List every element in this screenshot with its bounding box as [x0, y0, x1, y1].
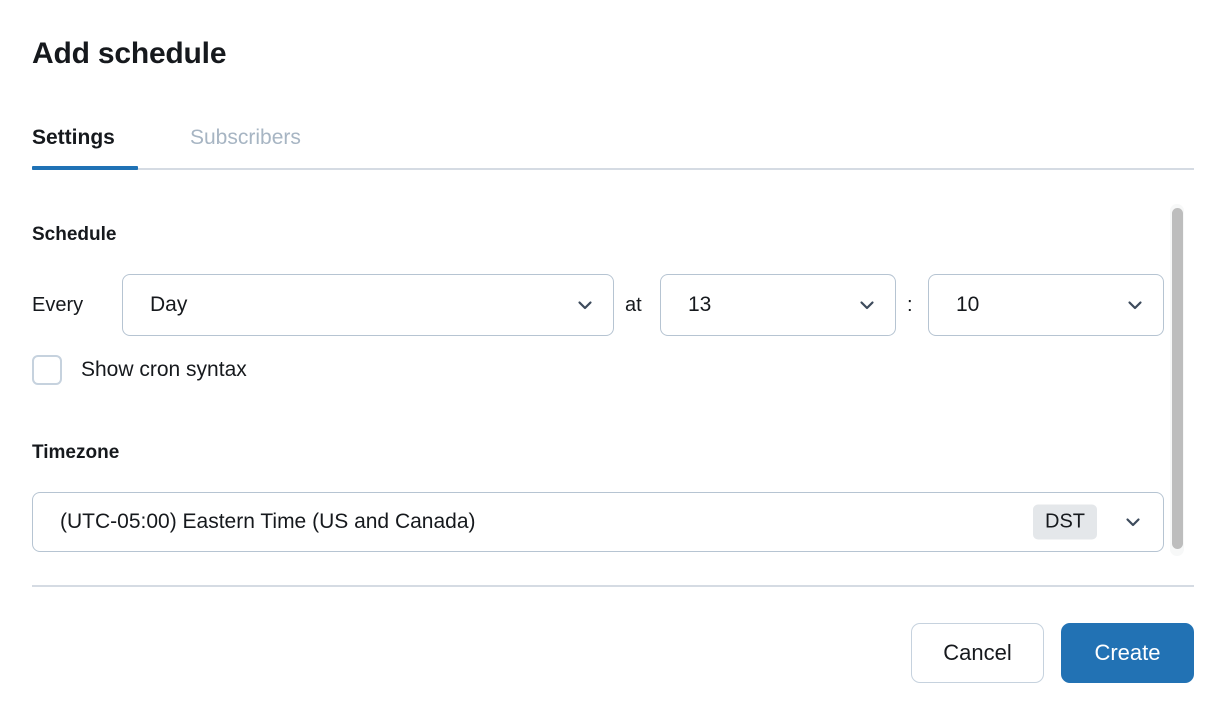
frequency-select-value: Day [150, 293, 188, 316]
schedule-frequency-row: Every Day at 13 : 10 [0, 274, 1226, 336]
show-cron-syntax-row[interactable]: Show cron syntax [32, 354, 247, 386]
time-separator-label: : [907, 294, 913, 316]
timezone-select[interactable]: (UTC-05:00) Eastern Time (US and Canada)… [32, 492, 1164, 552]
chevron-down-icon [857, 295, 877, 315]
frequency-select[interactable]: Day [122, 274, 614, 336]
tab-settings[interactable]: Settings [32, 124, 115, 152]
dst-badge: DST [1033, 504, 1097, 540]
at-label: at [625, 294, 642, 316]
page-title: Add schedule [32, 37, 227, 70]
schedule-section-heading: Schedule [32, 224, 117, 245]
tab-settings-active-indicator [32, 166, 138, 170]
footer-divider [32, 585, 1194, 587]
chevron-down-icon [575, 295, 595, 315]
tab-bar-divider [32, 168, 1194, 170]
minute-select-value: 10 [956, 293, 980, 316]
hour-select[interactable]: 13 [660, 274, 896, 336]
chevron-down-icon [1125, 295, 1145, 315]
create-button[interactable]: Create [1061, 623, 1194, 683]
minute-select[interactable]: 10 [928, 274, 1164, 336]
timezone-select-value: (UTC-05:00) Eastern Time (US and Canada) [60, 510, 476, 533]
add-schedule-dialog: Add schedule Settings Subscribers Schedu… [0, 0, 1226, 710]
show-cron-syntax-checkbox[interactable] [32, 355, 62, 385]
show-cron-syntax-label: Show cron syntax [81, 358, 247, 381]
hour-select-value: 13 [688, 293, 712, 316]
every-label: Every [32, 294, 84, 316]
timezone-section-heading: Timezone [32, 442, 120, 463]
tab-subscribers[interactable]: Subscribers [190, 124, 301, 152]
cancel-button[interactable]: Cancel [911, 623, 1044, 683]
dialog-body: Schedule Every Day at 13 : 10 Show cron … [0, 196, 1226, 566]
body-scrollbar-thumb[interactable] [1172, 208, 1183, 549]
chevron-down-icon [1123, 512, 1143, 532]
tab-bar: Settings Subscribers [32, 124, 1194, 172]
